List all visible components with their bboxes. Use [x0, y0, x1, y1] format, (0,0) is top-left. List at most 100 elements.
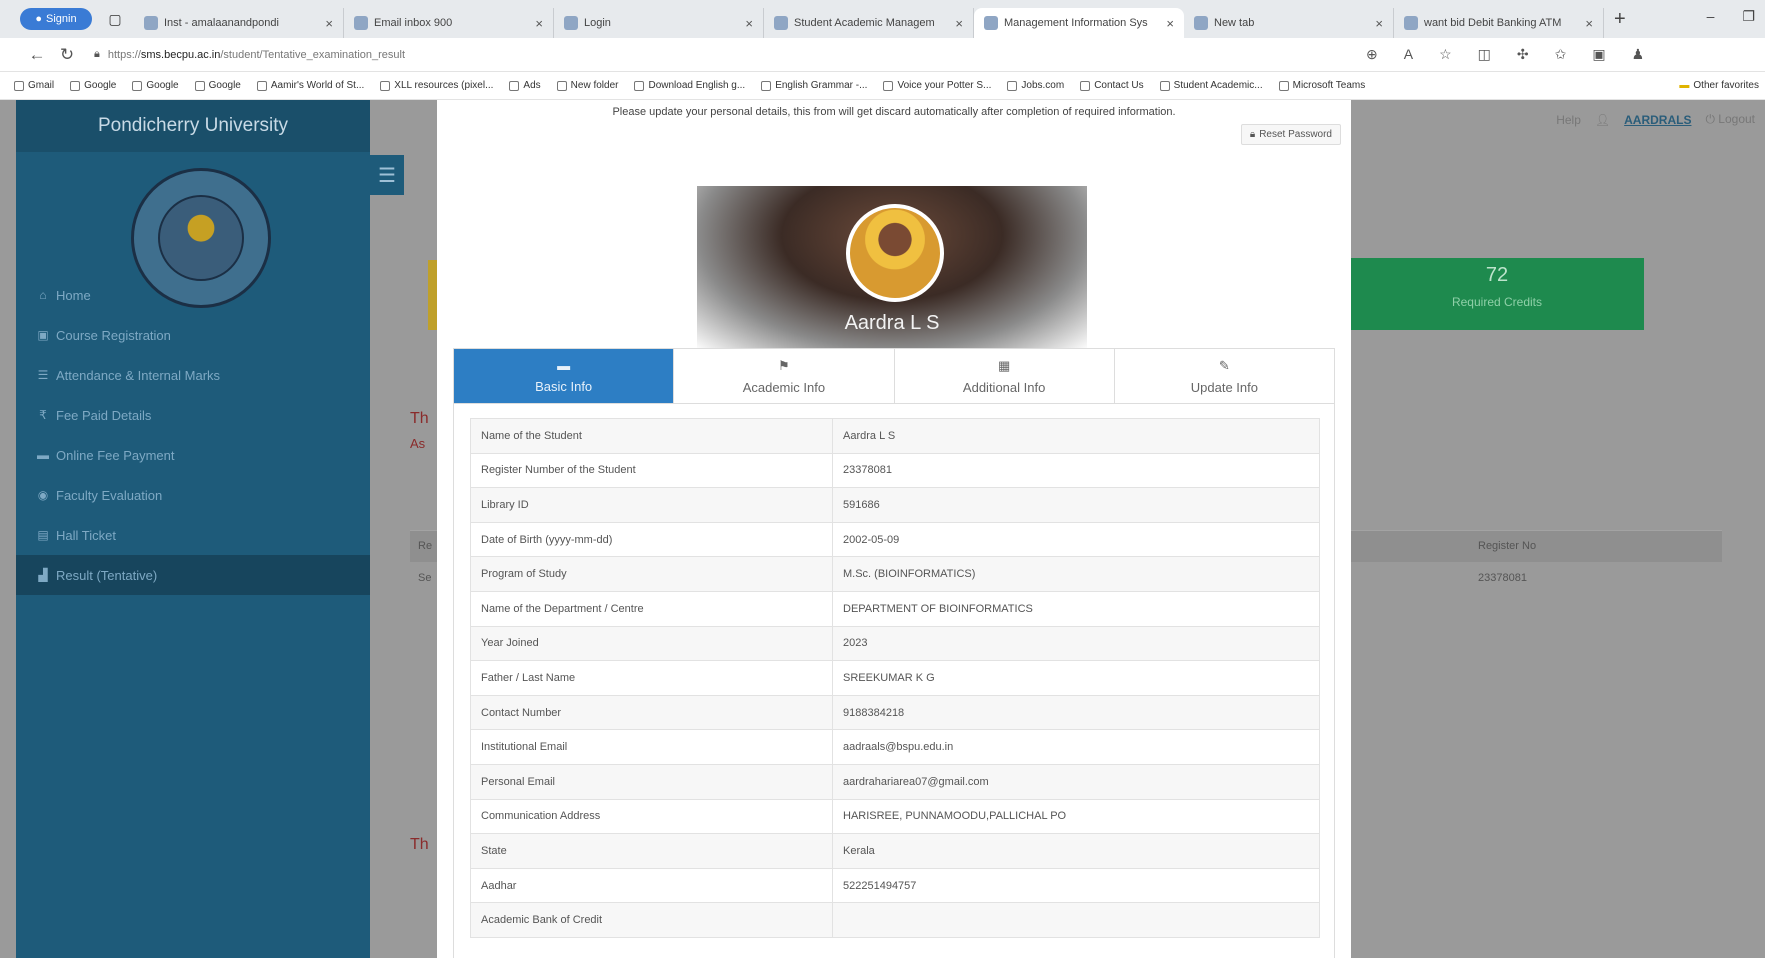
profile-tab[interactable]: ✎ Update Info [1114, 349, 1334, 403]
bookmark-favicon-icon [1080, 80, 1091, 91]
minimize-icon[interactable]: – [1707, 8, 1715, 25]
result-notice-text: Th [410, 410, 429, 427]
browser-tab[interactable]: Student Academic Managem × [764, 8, 974, 38]
new-tab-button[interactable]: + [1614, 8, 1626, 31]
browser-tab[interactable]: Login × [554, 8, 764, 38]
other-favorites-folder[interactable]: ▬ Other favorites [1679, 80, 1765, 91]
sidebar-item[interactable]: ⌂ Home [16, 275, 370, 315]
help-link[interactable]: Help [1556, 113, 1581, 127]
profile-update-modal: Please update your personal details, thi… [437, 100, 1351, 958]
bookmark-item[interactable]: Jobs.com [1007, 80, 1064, 91]
browser-tab[interactable]: Management Information Sys × [974, 8, 1184, 38]
back-icon[interactable]: ← [22, 45, 52, 65]
profile-button[interactable]: ● Signin [20, 8, 92, 30]
basic-info-panel: Name of the Student Aardra L S Register Nu… [453, 404, 1335, 958]
info-label: Academic Bank of Credit [470, 902, 833, 938]
logout-link[interactable]: ⏻ Logout [1705, 112, 1755, 127]
bookmark-item[interactable]: Ads [509, 80, 541, 91]
info-row: Father / Last Name SREEKUMAR K G [470, 660, 1320, 696]
bookmark-item[interactable]: New folder [556, 80, 618, 91]
sidebar-item[interactable]: ▤ Hall Ticket [16, 515, 370, 555]
close-icon[interactable]: × [535, 16, 543, 31]
browser-tab-title: Management Information Sys [1004, 17, 1148, 29]
bookmark-item[interactable]: Gmail [14, 80, 54, 91]
workspaces-icon[interactable]: ▢ [106, 10, 124, 28]
bookmark-item[interactable]: Microsoft Teams [1278, 80, 1366, 91]
reset-password-button[interactable]: 🔒︎ Reset Password [1240, 124, 1341, 145]
extensions-icon[interactable]: ✣ [1517, 46, 1529, 63]
profile-tab[interactable]: ⚑ Academic Info [674, 349, 895, 403]
info-label: Register Number of the Student [470, 452, 833, 489]
profile-tab[interactable]: ▬ Basic Info [454, 349, 675, 403]
pencil-icon: ✎ [1218, 357, 1230, 373]
url-host: sms.becpu.ac.in [140, 48, 221, 61]
close-icon[interactable]: × [1375, 16, 1383, 31]
close-icon[interactable]: × [745, 16, 753, 31]
reload-icon[interactable]: ↻ [52, 45, 82, 65]
url-field[interactable]: 🔒︎ https://sms.becpu.ac.in/student/Tenta… [94, 48, 1354, 61]
favorites-icon[interactable]: ✩ [1555, 46, 1567, 63]
info-row: Communication Address HARISREE, PUNNAMOOD… [470, 798, 1320, 835]
split-screen-icon[interactable]: ◫ [1478, 46, 1491, 63]
register-no-cell: 23378081 [1478, 572, 1527, 584]
card-icon: ▬ [37, 448, 49, 462]
browser-tab[interactable]: Email inbox 900 × [344, 8, 554, 38]
tab-favicon-icon [774, 16, 788, 30]
info-label: Name of the Department / Centre [470, 590, 833, 627]
profile-tab[interactable]: ▦ Additional Info [894, 349, 1115, 403]
result-table-cell: Se [418, 572, 432, 584]
close-icon[interactable]: × [325, 16, 333, 31]
info-value: 2023 [832, 625, 1320, 662]
user-icon: 👤︎ [1594, 112, 1611, 127]
info-row: Personal Email aardrahariarea07@gmail.com [470, 763, 1320, 800]
browser-tab[interactable]: Inst - amalaanandpondi × [134, 8, 344, 38]
avatar [846, 204, 944, 302]
shopping-icon[interactable]: ♟ [1632, 46, 1645, 63]
sidebar-item[interactable]: ₹ Fee Paid Details [16, 395, 370, 435]
hamburger-menu-icon[interactable]: ☰ [370, 155, 404, 195]
close-icon[interactable]: × [1585, 16, 1593, 31]
browser-tab[interactable]: want bid Debit Banking ATM × [1394, 8, 1604, 38]
bookmark-favicon-icon [380, 80, 391, 91]
sidebar-item[interactable]: ▟ Result (Tentative) [16, 555, 370, 595]
close-icon[interactable]: × [955, 16, 963, 31]
favorite-star-icon[interactable]: ☆ [1439, 46, 1452, 63]
close-icon[interactable]: × [1166, 16, 1174, 31]
sidebar-item[interactable]: ◉ Faculty Evaluation [16, 475, 370, 515]
lock-icon: 🔒︎ [1249, 129, 1256, 140]
bookmark-label: Microsoft Teams [1292, 80, 1366, 91]
sidebar-item[interactable]: ☰ Attendance & Internal Marks [16, 355, 370, 395]
required-credits-label: Required Credits [1451, 295, 1543, 309]
bookmark-item[interactable]: XLL resources (pixel... [380, 80, 493, 91]
info-label: Library ID [470, 487, 833, 523]
bookmark-item[interactable]: Google [194, 80, 241, 91]
bookmark-item[interactable]: Aamir's World of St... [256, 80, 364, 91]
browser-tab[interactable]: New tab × [1184, 8, 1394, 38]
tab-favicon-icon [1404, 16, 1418, 30]
bookmark-favicon-icon [256, 80, 267, 91]
bookmark-item[interactable]: Download English g... [634, 80, 745, 91]
read-aloud-icon[interactable]: A [1404, 46, 1413, 63]
bookmark-item[interactable]: Contact Us [1080, 80, 1144, 91]
collections-icon[interactable]: ▣ [1592, 46, 1605, 63]
bookmark-item[interactable]: Student Academic... [1159, 80, 1263, 91]
chart-icon: ▟ [38, 568, 48, 582]
restore-icon[interactable]: ❐ [1742, 8, 1755, 25]
profile-name: Aardra L S [844, 312, 940, 334]
bookmark-item[interactable]: Voice your Potter S... [883, 80, 991, 91]
profile-tabs: ▬ Basic Info ⚑ Academic Info ▦ Additional Inf… [453, 348, 1335, 404]
sidebar-item[interactable]: ▣ Course Registration [16, 315, 370, 355]
bookmark-favicon-icon [1007, 80, 1018, 91]
profile-label: Signin [46, 13, 77, 25]
info-row: Register Number of the Student 23378081 [470, 452, 1320, 489]
bookmark-item[interactable]: Google [70, 80, 116, 91]
zoom-icon[interactable]: ⊕ [1366, 46, 1378, 63]
bookmark-favicon-icon [556, 80, 567, 91]
update-notice: Please update your personal details, thi… [612, 106, 1176, 118]
sidebar-item[interactable]: ▬ Online Fee Payment [16, 435, 370, 475]
bookmark-item[interactable]: English Grammar -... [761, 80, 867, 91]
folder-icon: ▬ [1679, 80, 1690, 91]
sidebar-item-label: Attendance & Internal Marks [56, 367, 221, 383]
username-link[interactable]: AARDRALS [1624, 113, 1691, 127]
bookmark-item[interactable]: Google [132, 80, 179, 91]
